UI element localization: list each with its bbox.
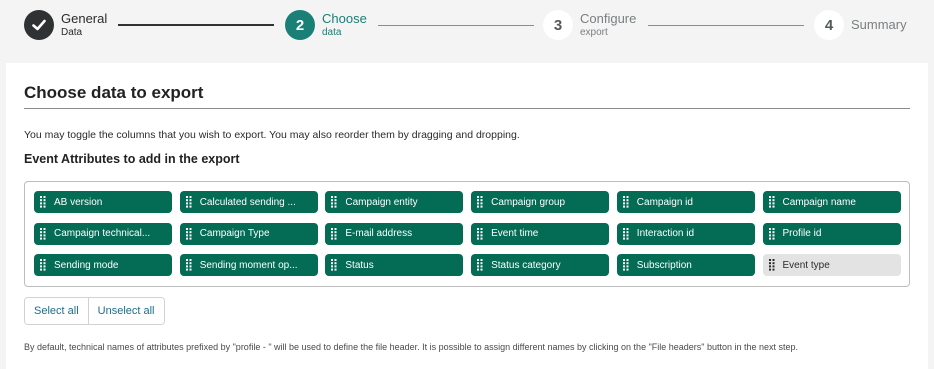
attribute-chip[interactable]: Interaction id xyxy=(616,222,755,245)
drag-handle-icon[interactable] xyxy=(763,191,781,213)
step-summary-title: Summary xyxy=(851,16,907,32)
step-connector xyxy=(648,25,804,26)
attribute-chip-label: Interaction id xyxy=(636,228,695,239)
attribute-chip[interactable]: Profile id xyxy=(762,222,901,245)
step-configure-sub: export xyxy=(580,26,608,38)
attribute-chip[interactable]: Campaign entity xyxy=(325,191,464,213)
attribute-chip-label: Campaign name xyxy=(782,196,856,208)
attribute-chip-label: Event type xyxy=(782,259,830,271)
drag-handle-icon[interactable] xyxy=(471,191,489,213)
attribute-chip-label: Status xyxy=(345,259,374,271)
title-divider xyxy=(24,108,910,109)
step-choose-circle: 2 xyxy=(285,10,315,40)
step-choose-title: Choose xyxy=(322,11,367,27)
attribute-chip[interactable]: Event time xyxy=(471,222,610,245)
drag-handle-icon[interactable] xyxy=(180,191,198,213)
step-summary[interactable]: 4 Summary xyxy=(814,10,907,40)
drag-handle-icon[interactable] xyxy=(180,254,198,276)
step-choose[interactable]: 2 Choose data xyxy=(285,10,367,40)
step-configure-title: Configure xyxy=(580,11,637,27)
unselect-all-button[interactable]: Unselect all xyxy=(87,298,164,324)
drag-handle-icon[interactable] xyxy=(617,191,635,213)
drag-handle-icon[interactable] xyxy=(617,254,635,276)
step-general-sub: Data xyxy=(61,26,83,38)
instructions-text: You may toggle the columns that you wish… xyxy=(24,129,520,141)
attribute-chip-label: Campaign entity xyxy=(345,196,418,208)
step-general-circle xyxy=(24,10,54,40)
attribute-chip-label: Campaign technical... xyxy=(54,228,151,239)
attribute-chip-label: AB version xyxy=(54,196,103,208)
attribute-chip[interactable]: Sending moment op... xyxy=(179,254,318,276)
step-configure[interactable]: 3 Configure export xyxy=(543,10,636,40)
step-general[interactable]: General Data xyxy=(24,10,107,40)
export-stepper: General Data 2 Choose data 3 Configure e… xyxy=(0,0,934,50)
step-summary-circle: 4 xyxy=(814,10,844,40)
attribute-chip[interactable]: Event type xyxy=(762,254,901,276)
file-header-note: By default, technical names of attribute… xyxy=(24,342,799,352)
attribute-chip[interactable]: Subscription xyxy=(616,254,755,276)
drag-handle-icon[interactable] xyxy=(325,254,343,276)
drag-handle-icon[interactable] xyxy=(763,223,781,245)
page-title: Choose data to export xyxy=(24,83,204,102)
drag-handle-icon[interactable] xyxy=(471,223,489,245)
attribute-chip[interactable]: Calculated sending ... xyxy=(179,191,318,213)
attribute-chip-label: Subscription xyxy=(636,259,692,271)
attribute-chip[interactable]: E-mail address xyxy=(325,222,464,245)
attribute-chip-label: Event time xyxy=(491,228,539,239)
attribute-chip-label: Campaign Type xyxy=(199,228,270,239)
attribute-chip-label: Campaign group xyxy=(491,196,566,208)
step-general-title: General xyxy=(61,11,108,27)
drag-handle-icon[interactable] xyxy=(34,191,52,213)
drag-handle-icon[interactable] xyxy=(325,191,343,213)
attribute-chip[interactable]: Status xyxy=(325,254,464,276)
attribute-chip[interactable]: Campaign technical... xyxy=(34,222,172,245)
export-card: Choose data to export You may toggle the… xyxy=(6,63,928,369)
step-connector xyxy=(378,25,534,26)
step-connector xyxy=(118,24,274,26)
attribute-chip-label: Profile id xyxy=(782,228,822,239)
select-all-button[interactable]: Select all xyxy=(25,298,88,324)
drag-handle-icon[interactable] xyxy=(471,254,489,276)
drag-handle-icon[interactable] xyxy=(763,254,781,276)
drag-handle-icon[interactable] xyxy=(34,254,52,276)
attribute-chip[interactable]: Campaign Type xyxy=(179,222,318,245)
drag-handle-icon[interactable] xyxy=(325,223,343,245)
attribute-chip[interactable]: Sending mode xyxy=(34,254,172,276)
step-choose-sub: data xyxy=(322,26,342,38)
check-icon xyxy=(32,19,46,31)
attribute-chip-list: AB version Calculated sending ... Campaign… xyxy=(24,181,910,287)
selection-button-group: Select all Unselect all xyxy=(24,297,165,325)
drag-handle-icon[interactable] xyxy=(34,223,52,245)
attribute-chip[interactable]: Campaign name xyxy=(762,191,901,213)
attribute-chip-label: Status category xyxy=(491,259,561,271)
attribute-chip[interactable]: Campaign id xyxy=(616,191,755,213)
drag-handle-icon[interactable] xyxy=(180,223,198,245)
drag-handle-icon[interactable] xyxy=(617,223,635,245)
attribute-chip-label: Calculated sending ... xyxy=(199,196,296,208)
attribute-chip[interactable]: Campaign group xyxy=(471,191,610,213)
attribute-chip-label: Sending moment op... xyxy=(199,259,298,271)
step-configure-circle: 3 xyxy=(543,10,573,40)
attribute-chip-label: Campaign id xyxy=(636,196,693,208)
section-title: Event Attributes to add in the export xyxy=(24,152,240,166)
attribute-chip[interactable]: Status category xyxy=(471,254,610,276)
attribute-chip[interactable]: AB version xyxy=(34,191,172,213)
attribute-chip-label: Sending mode xyxy=(54,259,119,271)
attribute-chip-label: E-mail address xyxy=(345,228,413,239)
